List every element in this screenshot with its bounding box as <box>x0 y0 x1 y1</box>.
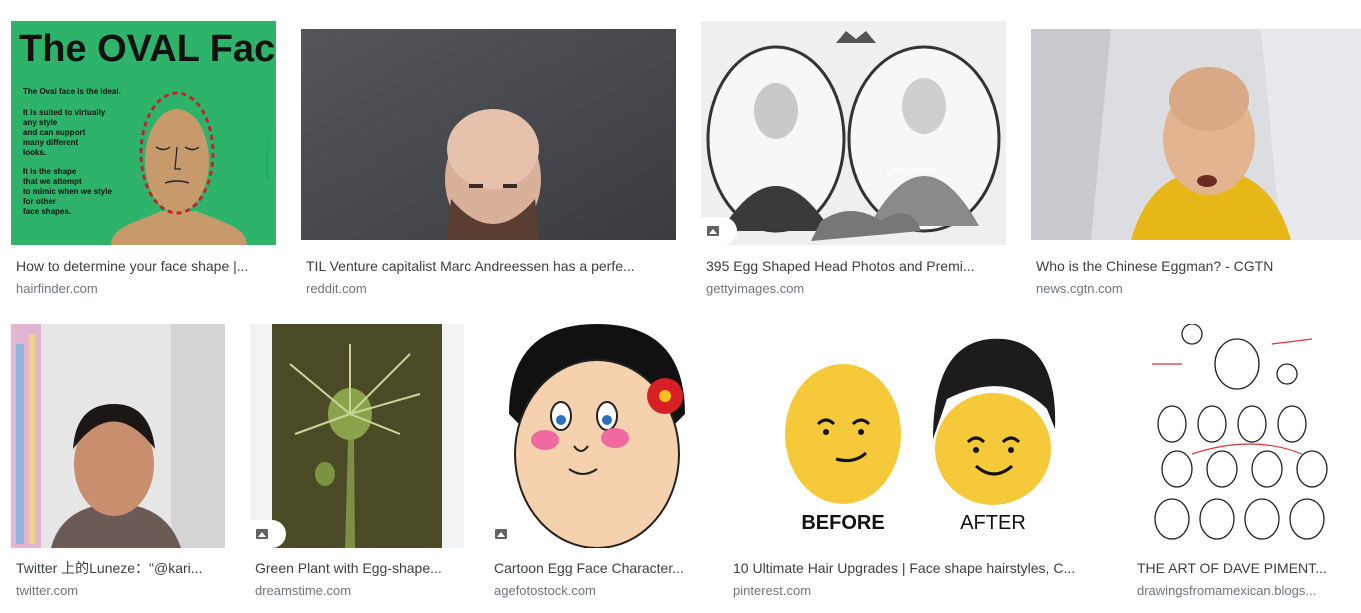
result-source[interactable]: twitter.com <box>16 583 226 599</box>
result-image[interactable] <box>11 324 225 548</box>
result-source[interactable]: drawingsfromamexican.blogs... <box>1137 583 1347 599</box>
svg-text:looks.: looks. <box>23 148 46 157</box>
sketch-heads-image <box>1132 324 1346 548</box>
result-source[interactable]: agefotostock.com <box>494 583 704 599</box>
svg-text:any style: any style <box>23 118 58 127</box>
svg-text:that we attempt: that we attempt <box>23 177 82 186</box>
image-type-badge <box>701 217 737 245</box>
result-title[interactable]: TIL Venture capitalist Marc Andreessen h… <box>306 257 671 275</box>
eggman-image <box>1031 29 1361 240</box>
result-source[interactable]: hairfinder.com <box>16 281 278 297</box>
result-title[interactable]: 10 Ultimate Hair Upgrades | Face shape h… <box>733 559 1105 577</box>
result-image[interactable] <box>489 324 703 548</box>
result-source[interactable]: gettyimages.com <box>706 281 1002 297</box>
image-type-badge <box>250 520 286 548</box>
svg-text:face shapes.: face shapes. <box>23 207 71 216</box>
result-image[interactable] <box>250 324 464 548</box>
svg-text:to mimic when we style: to mimic when we style <box>23 187 112 196</box>
result-source[interactable]: reddit.com <box>306 281 671 297</box>
image-icon <box>256 529 268 539</box>
after-label: AFTER <box>960 512 1026 534</box>
selfie-image <box>11 324 225 548</box>
result-title[interactable]: THE ART OF DAVE PIMENT... <box>1137 559 1347 577</box>
svg-text:and can support: and can support <box>23 128 86 137</box>
image-type-badge <box>489 520 525 548</box>
image-watermark: gettyimages <box>887 165 936 175</box>
result-title[interactable]: 395 Egg Shaped Head Photos and Premi... <box>706 257 1002 275</box>
result-image[interactable] <box>1132 324 1346 548</box>
result-source[interactable]: news.cgtn.com <box>1036 281 1356 297</box>
before-after-image: BEFORE AFTER <box>728 324 1107 548</box>
green-plant-image <box>250 324 464 548</box>
result-title[interactable]: How to determine your face shape |... <box>16 257 278 275</box>
oval-face-image: The OVAL Face The Oval face is the ideal… <box>11 21 276 245</box>
result-source[interactable]: dreamstime.com <box>255 583 465 599</box>
image-heading: The OVAL Face <box>19 28 276 70</box>
result-image[interactable] <box>1031 29 1361 240</box>
result-image[interactable] <box>301 29 676 240</box>
result-image[interactable]: BEFORE AFTER <box>728 324 1107 548</box>
result-title[interactable]: Green Plant with Egg-shape... <box>255 559 465 577</box>
result-image[interactable]: The OVAL Face The Oval face is the ideal… <box>11 21 276 245</box>
svg-text:www.hairfinder.com: www.hairfinder.com <box>265 138 271 181</box>
svg-text:It is the shape: It is the shape <box>23 167 77 176</box>
result-source[interactable]: pinterest.com <box>733 583 1105 599</box>
svg-text:It is suited to virtually: It is suited to virtually <box>23 108 106 117</box>
svg-text:for other: for other <box>23 197 56 206</box>
result-image[interactable]: gettyimages <box>701 21 1006 245</box>
image-icon <box>495 529 507 539</box>
svg-text:The Oval face is the ideal.: The Oval face is the ideal. <box>23 87 121 96</box>
cartoon-egg-image <box>489 324 703 548</box>
before-label: BEFORE <box>801 512 884 534</box>
engraving-portraits-image: gettyimages <box>701 21 1006 245</box>
svg-text:many different: many different <box>23 138 78 147</box>
result-title[interactable]: Who is the Chinese Eggman? - CGTN <box>1036 257 1356 275</box>
result-title[interactable]: Cartoon Egg Face Character... <box>494 559 704 577</box>
bald-man-image <box>301 29 676 240</box>
image-icon <box>707 226 719 236</box>
result-title[interactable]: Twitter 上的Luneze："@kari... <box>16 559 226 577</box>
